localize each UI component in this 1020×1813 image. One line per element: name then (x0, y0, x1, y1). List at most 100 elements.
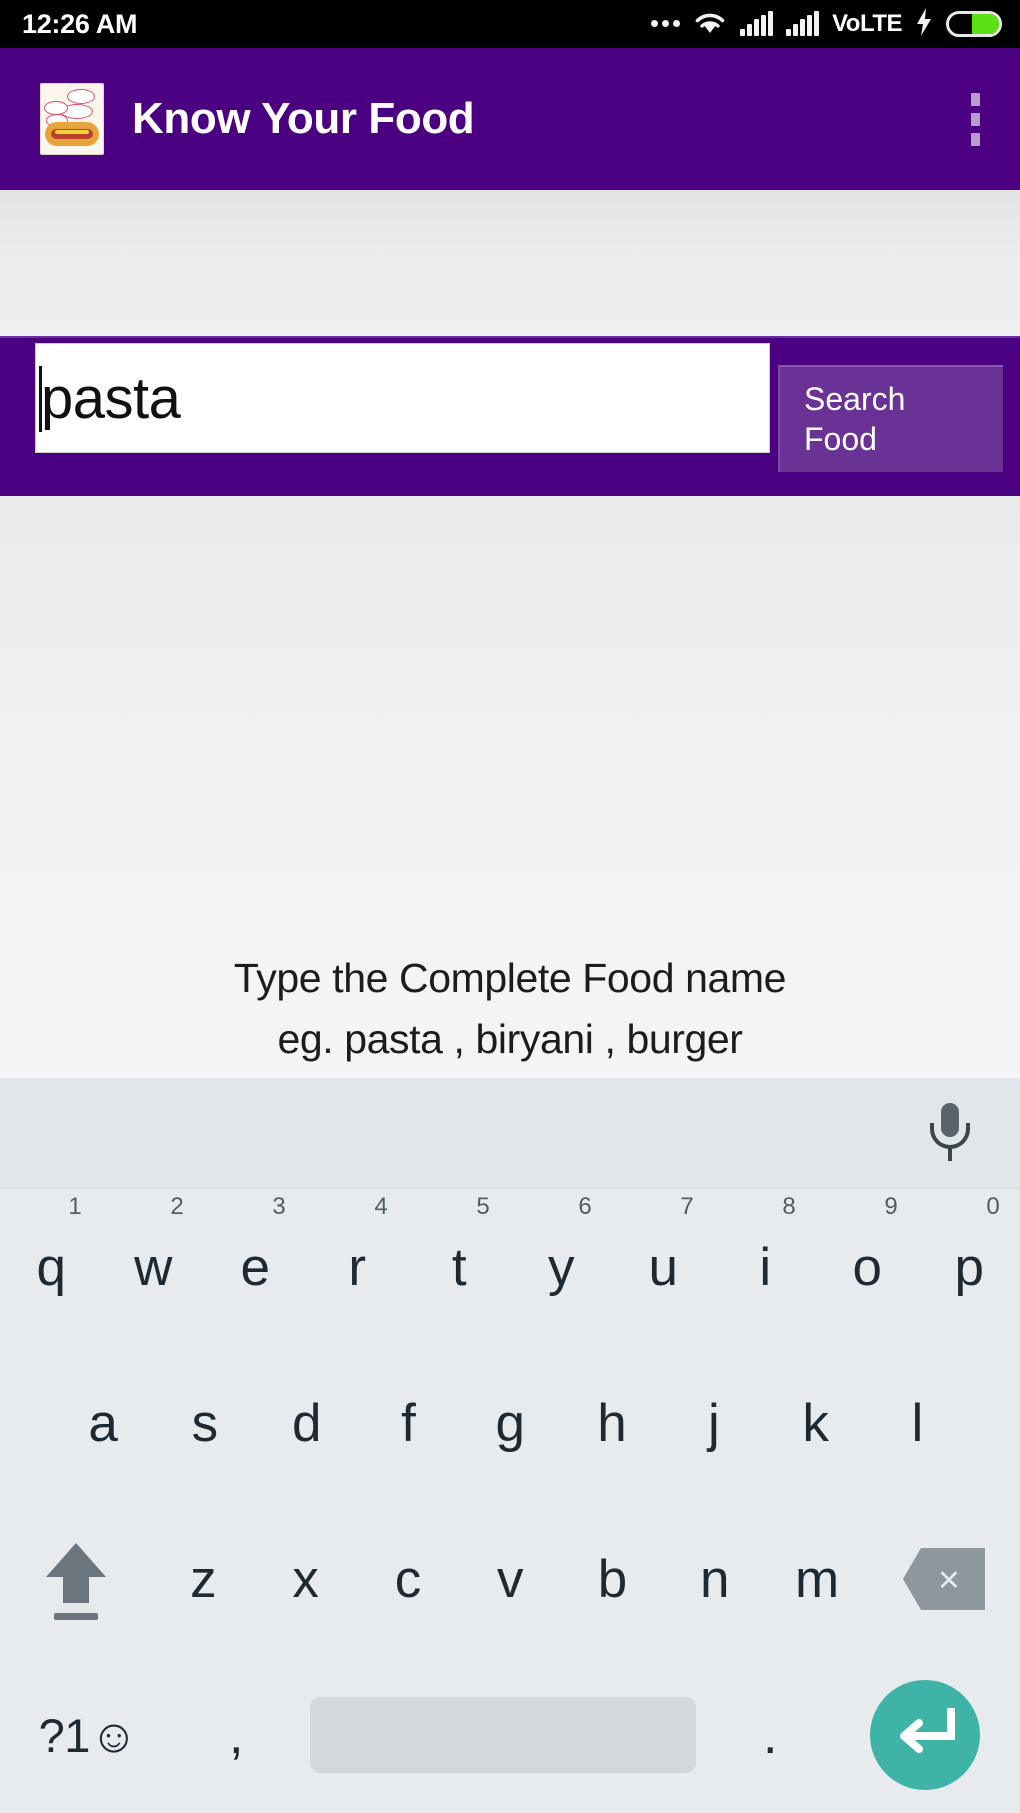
key-u-number: 7 (680, 1193, 694, 1220)
on-screen-keyboard: 1 q 2 w 3 e 4 r 5 t 6 y 7 u 8 i 9 o 0 p … (0, 1078, 1020, 1813)
key-n[interactable]: n (663, 1501, 765, 1657)
hint-line-1: Type the Complete Food name (233, 955, 787, 1001)
key-r-number: 4 (374, 1193, 388, 1220)
key-l[interactable]: l (866, 1345, 968, 1501)
key-s-label: s (191, 1393, 219, 1453)
wifi-icon (693, 9, 727, 40)
enter-key[interactable] (830, 1657, 1020, 1813)
hint-line-2: eg. pasta , biryani , burger (277, 1016, 743, 1062)
shift-key[interactable] (0, 1501, 152, 1657)
key-y-number: 6 (578, 1193, 592, 1220)
key-p-label: p (954, 1237, 984, 1297)
key-e-number: 3 (272, 1193, 286, 1220)
search-food-button[interactable]: Search Food (778, 365, 1003, 472)
hint-text-block: Type the Complete Food name eg. pasta , … (0, 948, 1020, 1070)
key-a[interactable]: a (52, 1345, 154, 1501)
volte-label: VoLTE (832, 10, 902, 37)
phone-screen: 12:26 AM VoLTE Know Your Food pasta Sear… (0, 0, 1020, 1813)
backspace-key[interactable]: × (868, 1501, 1020, 1657)
signal-icon (786, 11, 820, 36)
key-i[interactable]: 8 i (714, 1189, 816, 1345)
content-spacer-top (0, 190, 1020, 336)
key-k-label: k (802, 1393, 829, 1453)
key-l-label: l (911, 1393, 924, 1453)
key-m-label: m (795, 1549, 839, 1609)
key-c[interactable]: c (357, 1501, 459, 1657)
key-h[interactable]: h (561, 1345, 663, 1501)
key-j-label: j (707, 1393, 720, 1453)
keyboard-row-3: z x c v b n m × (0, 1501, 1020, 1657)
signal-icon (740, 11, 774, 36)
key-t[interactable]: 5 t (408, 1189, 510, 1345)
key-w[interactable]: 2 w (102, 1189, 204, 1345)
key-r[interactable]: 4 r (306, 1189, 408, 1345)
key-z[interactable]: z (152, 1501, 254, 1657)
microphone-icon[interactable] (918, 1101, 982, 1169)
search-input[interactable]: pasta (35, 343, 770, 453)
key-x[interactable]: x (254, 1501, 356, 1657)
overflow-menu-icon[interactable] (953, 79, 998, 160)
key-p[interactable]: 0 p (918, 1189, 1020, 1345)
key-g-label: g (495, 1393, 525, 1453)
hotdog-illustration (45, 122, 99, 146)
key-x-label: x (292, 1549, 319, 1609)
key-a-label: a (88, 1393, 118, 1453)
status-bar: 12:26 AM VoLTE (0, 0, 1020, 48)
key-k[interactable]: k (764, 1345, 866, 1501)
main-content: Type the Complete Food name eg. pasta , … (0, 496, 1020, 1078)
search-bar: pasta Search Food (0, 336, 1020, 498)
key-y[interactable]: 6 y (510, 1189, 612, 1345)
key-u[interactable]: 7 u (612, 1189, 714, 1345)
key-q-label: q (36, 1237, 66, 1297)
comma-key[interactable]: , (176, 1657, 296, 1813)
keyboard-row-4: ?1☺ , . (0, 1657, 1020, 1813)
key-v-label: v (496, 1549, 524, 1609)
key-r-label: r (348, 1237, 366, 1297)
key-g[interactable]: g (459, 1345, 561, 1501)
key-q[interactable]: 1 q (0, 1189, 102, 1345)
key-m[interactable]: m (766, 1501, 868, 1657)
space-key-surface (310, 1697, 696, 1773)
keyboard-row-2: a s d f g h j k l (0, 1345, 1020, 1501)
key-j[interactable]: j (663, 1345, 765, 1501)
key-o-label: o (852, 1237, 882, 1297)
backspace-x-glyph: × (938, 1558, 960, 1600)
key-c-label: c (394, 1549, 422, 1609)
key-w-label: w (134, 1237, 172, 1297)
key-u-label: u (648, 1237, 678, 1297)
key-o-number: 9 (884, 1193, 898, 1220)
backspace-icon: × (902, 1548, 985, 1610)
key-i-label: i (759, 1237, 771, 1297)
key-i-number: 8 (782, 1193, 796, 1220)
app-bar: Know Your Food (0, 48, 1020, 190)
key-t-label: t (451, 1237, 467, 1297)
key-p-number: 0 (986, 1193, 1000, 1220)
key-s[interactable]: s (154, 1345, 256, 1501)
search-food-button-line2: Food (804, 421, 877, 457)
key-f[interactable]: f (357, 1345, 459, 1501)
space-key[interactable] (296, 1657, 710, 1813)
search-input-value: pasta (41, 366, 181, 431)
speech-bubble-icon (67, 89, 95, 104)
enter-arrow-icon (900, 1708, 955, 1753)
charging-bolt-icon (915, 7, 933, 41)
key-y-label: y (548, 1237, 575, 1297)
comma-key-label: , (228, 1705, 244, 1765)
key-o[interactable]: 9 o (816, 1189, 918, 1345)
key-e[interactable]: 3 e (204, 1189, 306, 1345)
shift-arrow-icon (46, 1543, 106, 1577)
key-d-label: d (291, 1393, 321, 1453)
key-d[interactable]: d (256, 1345, 358, 1501)
key-v[interactable]: v (459, 1501, 561, 1657)
key-e-label: e (240, 1237, 270, 1297)
symbols-key[interactable]: ?1☺ (0, 1657, 176, 1813)
keyboard-suggestion-strip (0, 1078, 1020, 1189)
key-q-number: 1 (68, 1193, 82, 1220)
page-title: Know Your Food (132, 94, 475, 143)
period-key[interactable]: . (710, 1657, 830, 1813)
key-b[interactable]: b (561, 1501, 663, 1657)
search-food-button-line1: Search (804, 381, 906, 417)
key-n-label: n (700, 1549, 730, 1609)
enter-key-circle (870, 1680, 980, 1790)
period-key-label: . (762, 1705, 778, 1765)
